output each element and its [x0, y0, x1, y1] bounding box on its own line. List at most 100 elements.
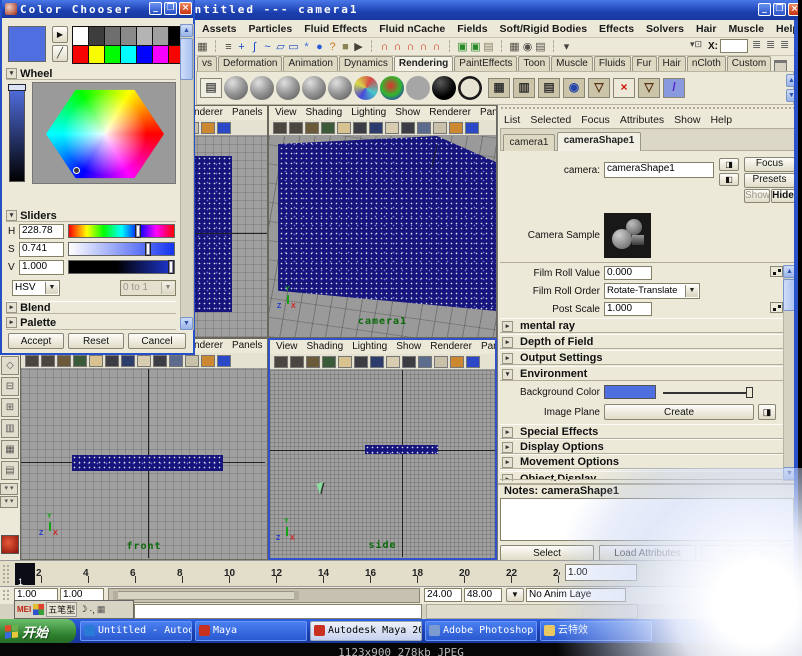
- image-plane-icon[interactable]: [321, 122, 335, 134]
- maximize-button[interactable]: ❐: [164, 2, 177, 15]
- isolate-select-icon[interactable]: [201, 122, 215, 134]
- task-button[interactable]: Adobe Photoshop: [425, 621, 537, 641]
- range-drag-handle[interactable]: [2, 589, 10, 602]
- section-display-options[interactable]: Display Options: [500, 439, 784, 454]
- bookmark-icon[interactable]: [57, 355, 71, 367]
- saturation-input[interactable]: 0.741: [19, 242, 64, 257]
- scene-file-icon[interactable]: ▦: [196, 38, 209, 56]
- menu-item[interactable]: Show: [674, 112, 700, 126]
- textured-icon[interactable]: [369, 122, 383, 134]
- default-light-icon[interactable]: [385, 122, 399, 134]
- frame-tick[interactable]: 18: [412, 563, 459, 585]
- collapse-arrow-icon[interactable]: [6, 302, 17, 313]
- minimize-button[interactable]: _: [758, 3, 771, 16]
- color-chooser-titlebar[interactable]: Color Chooser _ ❐ ×: [2, 0, 193, 18]
- viewport-menu-item[interactable]: View: [276, 340, 298, 354]
- film-gate-icon[interactable]: [418, 356, 432, 368]
- test-tube-shelf-icon[interactable]: ▽: [588, 78, 610, 98]
- wheel-marker[interactable]: [73, 167, 80, 174]
- channel-box-icon[interactable]: ≣: [752, 38, 761, 51]
- menu-item[interactable]: Muscle: [728, 21, 764, 37]
- swatch-gray[interactable]: [105, 27, 120, 45]
- accept-button[interactable]: Accept: [8, 333, 64, 349]
- divider-icon[interactable]: ┆: [495, 38, 508, 56]
- help-icon[interactable]: ?: [326, 38, 339, 56]
- layer-editor-icon[interactable]: ≣: [766, 38, 775, 51]
- default-light-icon[interactable]: [137, 355, 151, 367]
- value-vertical-slider[interactable]: [9, 84, 25, 182]
- viewport-menu-item[interactable]: Shading: [306, 106, 343, 120]
- range-dropdown[interactable]: 0 to 1: [120, 280, 176, 296]
- section-depth-of-field[interactable]: Depth of Field: [500, 334, 784, 349]
- wireframe-icon[interactable]: [338, 356, 352, 368]
- camera-attrs-icon[interactable]: [289, 122, 303, 134]
- show-button[interactable]: Show: [744, 189, 770, 203]
- textured-icon[interactable]: [370, 356, 384, 368]
- shelf-sphere-gray-1[interactable]: [224, 76, 248, 100]
- viewport-menu-item[interactable]: Lighting: [351, 106, 386, 120]
- render-settings-shelf-icon[interactable]: ▤: [538, 78, 560, 98]
- blend-section-header[interactable]: Blend: [6, 301, 176, 314]
- menu-item[interactable]: Fluid nCache: [379, 21, 445, 37]
- saturation-slider-handle[interactable]: [145, 242, 151, 256]
- cube-icon[interactable]: ▭: [287, 38, 300, 56]
- camera-attrs-icon[interactable]: [290, 356, 304, 368]
- anim-layer-dropdown-icon[interactable]: ▼: [506, 588, 524, 602]
- background-color-slider[interactable]: [663, 392, 749, 394]
- shelf-sphere-flat[interactable]: [406, 76, 430, 100]
- chevron-down-icon[interactable]: [161, 282, 174, 294]
- frame-tick[interactable]: 10: [224, 563, 271, 585]
- sliders-section-header[interactable]: Sliders: [6, 210, 176, 222]
- frame-tick[interactable]: 6: [130, 563, 177, 585]
- ipr-frame-icon[interactable]: ◉: [521, 38, 534, 56]
- timeline-ruler[interactable]: 24681012141618202224: [36, 563, 560, 585]
- resolution-gate-icon[interactable]: [401, 122, 415, 134]
- collapse-arrow-icon[interactable]: [502, 474, 513, 480]
- film-gate-icon[interactable]: [417, 122, 431, 134]
- task-button[interactable]: 云特效: [540, 621, 652, 641]
- shelf-tab[interactable]: vs: [197, 56, 217, 71]
- frame-tick[interactable]: 4: [83, 563, 130, 585]
- swatch-silver[interactable]: [153, 27, 168, 45]
- curve-tool-icon[interactable]: ~: [261, 38, 274, 56]
- scroll-up-icon[interactable]: ▲: [180, 24, 193, 37]
- load-attributes-button[interactable]: Load Attributes: [599, 545, 696, 561]
- viewport-menu-item[interactable]: Show: [396, 340, 421, 354]
- collapse-arrow-icon[interactable]: [502, 353, 513, 364]
- lasso-tool-icon[interactable]: ∫: [248, 38, 261, 56]
- viewport-menu-item[interactable]: Show: [395, 106, 420, 120]
- hypergraph-layout-icon[interactable]: ▦: [1, 440, 19, 459]
- film-roll-order-dropdown[interactable]: Rotate-Translate: [604, 283, 700, 299]
- shelf-sphere-gray-4[interactable]: [302, 76, 326, 100]
- viewport-menu-item[interactable]: View: [275, 106, 297, 120]
- highlight-select-icon[interactable]: +: [235, 38, 248, 56]
- textured-icon[interactable]: [121, 355, 135, 367]
- section-mental-ray[interactable]: mental ray: [500, 318, 784, 333]
- swatch-darkgray[interactable]: [89, 27, 104, 45]
- playback-end-input[interactable]: 48.00: [464, 588, 502, 602]
- maximize-button[interactable]: ❐: [773, 3, 786, 16]
- frame-tick[interactable]: 22: [506, 563, 553, 585]
- particle-slab-front[interactable]: [72, 455, 223, 471]
- divider-icon[interactable]: ┆: [547, 38, 560, 56]
- section-object-display[interactable]: Object Display: [500, 471, 784, 480]
- start-button[interactable]: 开始: [0, 619, 76, 643]
- swatch-red[interactable]: [73, 46, 88, 64]
- range-slider-handle-right[interactable]: [294, 591, 299, 600]
- layout-dropdown-icon[interactable]: ▾ ▾: [0, 496, 18, 508]
- chevron-down-icon[interactable]: [685, 285, 698, 297]
- tab-camerashape1[interactable]: cameraShape1: [557, 132, 641, 151]
- divider-icon[interactable]: ┆: [209, 38, 222, 56]
- viewport-menu-item[interactable]: Renderer: [430, 340, 472, 354]
- viewport-menu-item[interactable]: Renderer: [429, 106, 471, 120]
- shelf-tab[interactable]: Fur: [632, 56, 657, 71]
- select-by-icon[interactable]: ▶: [352, 38, 365, 56]
- two-pane-layout-icon[interactable]: ⊟: [1, 377, 19, 396]
- menu-item[interactable]: Fluid Effects: [304, 21, 367, 37]
- frame-tick[interactable]: 20: [459, 563, 506, 585]
- swatch-cyan[interactable]: [121, 46, 136, 64]
- frame-tick[interactable]: 24: [553, 563, 560, 585]
- post-scale-input[interactable]: 1.000: [604, 302, 652, 316]
- eyedropper-button[interactable]: ╱: [52, 45, 68, 62]
- viewport-side[interactable]: ViewShadingLightingShowRendererPanels Y …: [268, 338, 497, 560]
